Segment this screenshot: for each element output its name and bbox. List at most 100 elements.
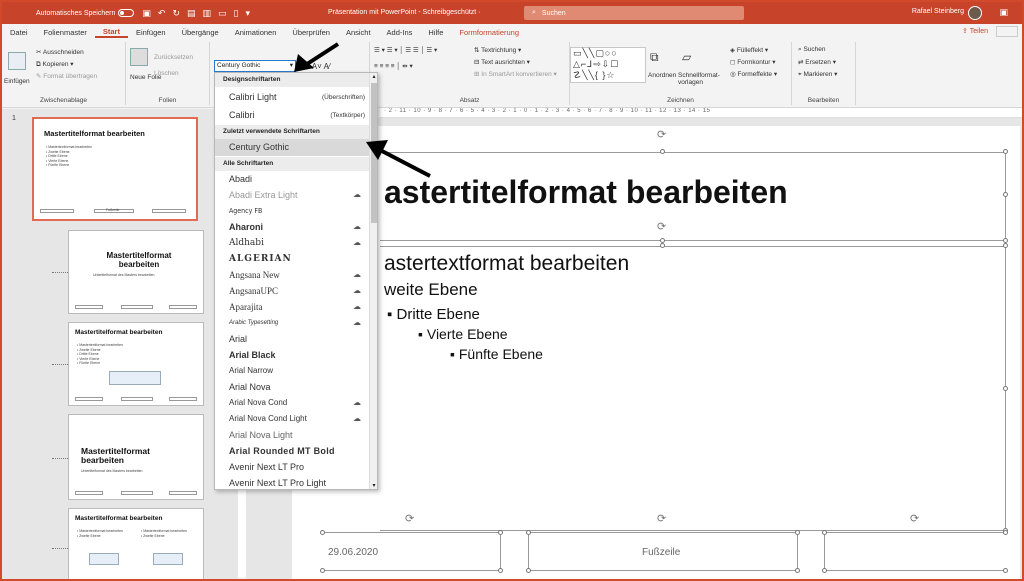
- resize-handle[interactable]: [795, 530, 800, 535]
- tab-einfuegen[interactable]: Einfügen: [128, 28, 174, 37]
- font-option-arial-nova-light[interactable]: Arial Nova Light: [215, 427, 371, 443]
- body-level-4[interactable]: ▪ Vierte Ebene: [418, 326, 508, 342]
- resize-handle[interactable]: [660, 149, 665, 154]
- font-option-calibri-light[interactable]: Calibri Light (Überschriften): [215, 89, 371, 106]
- font-name-input[interactable]: Century Gothic ▾: [214, 60, 296, 72]
- tab-uebergaenge[interactable]: Übergänge: [174, 28, 227, 37]
- find-button[interactable]: ⌕ Suchen: [798, 46, 826, 54]
- resize-handle[interactable]: [1003, 530, 1008, 535]
- tab-ansicht[interactable]: Ansicht: [338, 28, 379, 37]
- resize-handle[interactable]: [660, 243, 665, 248]
- tab-animationen[interactable]: Animationen: [227, 28, 285, 37]
- font-option-arial-nova[interactable]: Arial Nova: [215, 379, 371, 395]
- font-option-algerian[interactable]: ALGERIAN: [215, 251, 371, 267]
- resize-handle[interactable]: [320, 530, 325, 535]
- rotate-handle-icon[interactable]: ⟳: [405, 512, 414, 525]
- font-option-arial-black[interactable]: Arial Black: [215, 347, 371, 363]
- ribbon-display-options-icon[interactable]: ▣: [999, 7, 1008, 18]
- font-option-arial-narrow[interactable]: Arial Narrow: [215, 363, 371, 379]
- new-slide-icon[interactable]: [130, 48, 148, 66]
- new-slide-icon[interactable]: ▥: [203, 8, 212, 19]
- font-option-century-gothic[interactable]: Century Gothic: [215, 139, 371, 156]
- font-dropdown[interactable]: Designschriftarten Calibri Light (Übersc…: [214, 72, 378, 490]
- font-option-avenir-next-lt-pro-light[interactable]: Avenir Next LT Pro Light: [215, 475, 371, 489]
- reset-button[interactable]: Zurücksetzen: [154, 54, 193, 61]
- thumbnail-master[interactable]: Mastertitelformat bearbeiten • Mastertex…: [32, 117, 198, 221]
- rotate-handle-icon[interactable]: ⟳: [657, 128, 666, 141]
- font-option-calibri[interactable]: Calibri (Textkörper): [215, 107, 371, 124]
- arrange-button[interactable]: Anordnen: [648, 72, 676, 79]
- resize-handle[interactable]: [795, 568, 800, 573]
- shape-outline-button[interactable]: ◻ Formkontur ▾: [730, 58, 776, 66]
- copy-button[interactable]: ⧉ Kopieren ▾: [36, 60, 74, 69]
- scroll-up-icon[interactable]: ▴: [370, 73, 377, 80]
- font-option-avenir-next-lt-pro[interactable]: Avenir Next LT Pro: [215, 459, 371, 475]
- resize-handle[interactable]: [498, 530, 503, 535]
- tab-folienmaster[interactable]: Folienmaster: [36, 28, 95, 37]
- paste-icon[interactable]: [8, 52, 26, 70]
- cut-button[interactable]: ✂ Ausschneiden: [36, 48, 84, 56]
- resize-handle[interactable]: [1003, 243, 1008, 248]
- resize-handle[interactable]: [526, 530, 531, 535]
- font-option-arial[interactable]: Arial: [215, 331, 371, 347]
- tab-add-ins[interactable]: Add-Ins: [379, 28, 421, 37]
- thumbnail-title-layout[interactable]: Mastertitelformat bearbeiten Untertitelf…: [68, 230, 204, 314]
- resize-handle[interactable]: [1003, 568, 1008, 573]
- font-option-agency-fb[interactable]: Agency FB: [215, 203, 371, 219]
- font-option-abadi-extra-light[interactable]: Abadi Extra Light ☁: [215, 187, 371, 203]
- font-option-arial-nova-cond[interactable]: Arial Nova Cond ☁: [215, 395, 371, 411]
- align-buttons[interactable]: ≡ ≡ ≡ ≡ │ ⇹ ▾: [374, 62, 413, 70]
- font-option-angsana-new[interactable]: Angsana New ☁: [215, 267, 371, 283]
- resize-handle[interactable]: [526, 568, 531, 573]
- tab-formformatierung[interactable]: Formformatierung: [451, 28, 527, 37]
- open-icon[interactable]: ▭: [218, 8, 227, 19]
- body-level-5[interactable]: ▪ Fünfte Ebene: [450, 346, 543, 362]
- shape-gallery[interactable]: ▭╲╲▢○○ △⌐⅃⇨⇩☐ ☡╲╲{ }☆: [570, 47, 646, 83]
- font-option-aldhabi[interactable]: Aldhabi ☁: [215, 235, 371, 251]
- thumbnail-section-layout[interactable]: Mastertitelformat bearbeiten Untertitelf…: [68, 414, 204, 500]
- avatar[interactable]: [968, 6, 982, 20]
- delete-button[interactable]: Löschen: [154, 70, 179, 77]
- shape-effects-button[interactable]: ◎ Formeffekte ▾: [730, 70, 777, 78]
- tab-ueberpruefen[interactable]: Überprüfen: [284, 28, 338, 37]
- body-level-3[interactable]: ▪ Dritte Ebene: [387, 306, 480, 323]
- font-option-angsanaupc[interactable]: AngsanaUPC ☁: [215, 283, 371, 299]
- text-direction-button[interactable]: ⇅ Textrichtung ▾: [474, 46, 521, 54]
- tab-datei[interactable]: Datei: [2, 28, 36, 37]
- share-button[interactable]: ⇪ Teilen: [962, 27, 988, 35]
- comments-icon[interactable]: [996, 26, 1018, 37]
- tab-start[interactable]: Start: [94, 27, 128, 38]
- font-option-aharoni[interactable]: Aharoni ☁: [215, 219, 371, 235]
- master-title-text[interactable]: astertitelformat bearbeiten: [384, 174, 788, 211]
- resize-handle[interactable]: [822, 568, 827, 573]
- select-button[interactable]: ⌖ Markieren ▾: [798, 70, 837, 79]
- rotate-handle-icon[interactable]: ⟳: [910, 512, 919, 525]
- dropdown-scrollbar[interactable]: ▴ ▾: [369, 73, 377, 489]
- tab-hilfe[interactable]: Hilfe: [420, 28, 451, 37]
- replace-button[interactable]: ⇄ Ersetzen ▾: [798, 58, 836, 66]
- arrange-icon[interactable]: ⧉: [650, 50, 659, 65]
- shape-fill-button[interactable]: ◈ Fülleffekt ▾: [730, 46, 768, 54]
- autosave-toggle[interactable]: Automatisches Speichern: [36, 9, 135, 17]
- quick-styles-icon[interactable]: ▱: [682, 50, 691, 64]
- align-text-button[interactable]: ⊟ Text ausrichten ▾: [474, 58, 530, 66]
- rotate-handle-icon[interactable]: ⟳: [657, 220, 666, 233]
- scroll-down-icon[interactable]: ▾: [370, 482, 377, 489]
- rotate-handle-icon[interactable]: ⟳: [657, 512, 666, 525]
- resize-handle[interactable]: [1003, 149, 1008, 154]
- font-option-arial-rounded-mt-bold[interactable]: Arial Rounded MT Bold: [215, 443, 371, 459]
- quick-styles-button[interactable]: Schnellformat-vorlagen: [678, 72, 720, 86]
- date-field[interactable]: 29.06.2020: [328, 547, 378, 558]
- resize-handle[interactable]: [498, 568, 503, 573]
- resize-handle[interactable]: [1003, 192, 1008, 197]
- resize-handle[interactable]: [320, 568, 325, 573]
- font-option-arabic-typesetting[interactable]: Arabic Typesetting ☁: [215, 315, 371, 331]
- redo-icon[interactable]: ↻: [172, 8, 180, 19]
- user-name[interactable]: Rafael Steinberg: [912, 8, 964, 15]
- resize-handle[interactable]: [1003, 386, 1008, 391]
- thumbnail-content-layout[interactable]: Mastertitelformat bearbeiten • Mastertex…: [68, 322, 204, 406]
- undo-icon[interactable]: ↶: [158, 8, 166, 19]
- body-level-2[interactable]: weite Ebene: [384, 280, 478, 300]
- font-option-aparajita[interactable]: Aparajita ☁: [215, 299, 371, 315]
- list-buttons[interactable]: ☰ ▾ ☰ ▾ │ ☰ ☰ │ ☰ ▾: [374, 46, 437, 54]
